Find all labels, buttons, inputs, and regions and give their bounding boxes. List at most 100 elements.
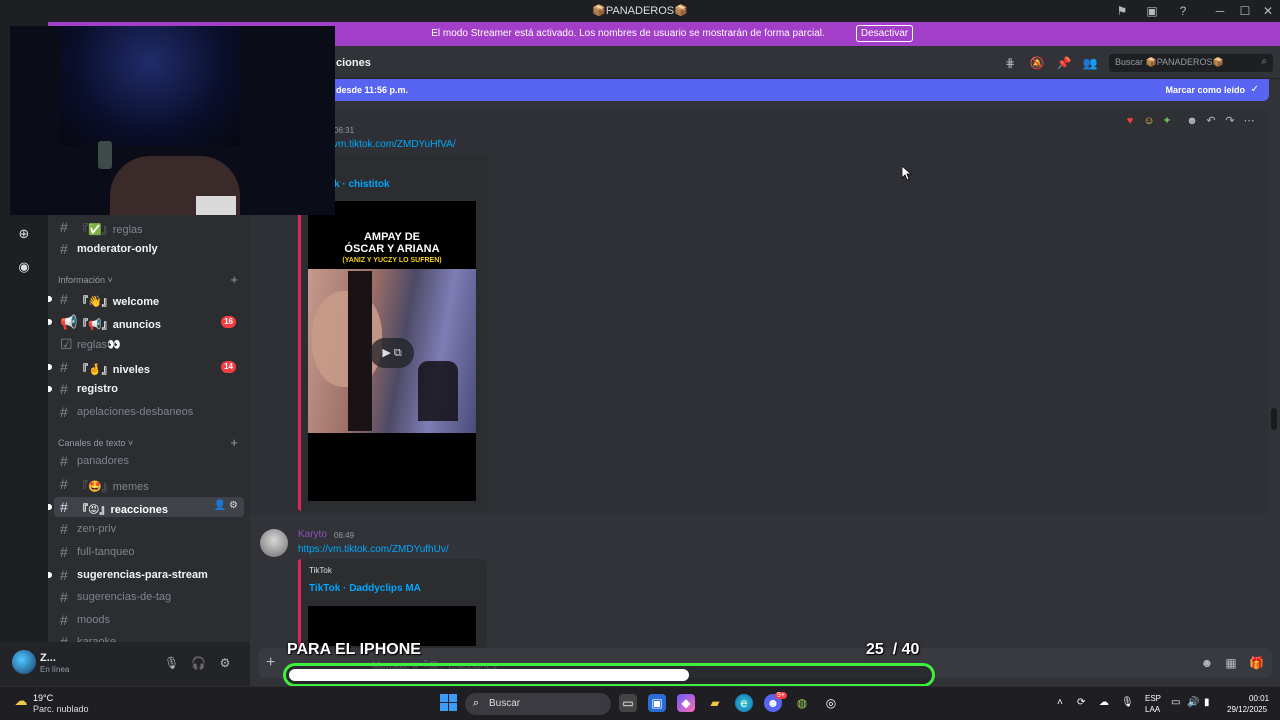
reply-icon[interactable]: ↶ [1204, 114, 1218, 128]
video-background-people [418, 361, 458, 421]
video-thumbnail[interactable]: AMPAY DE ÓSCAR Y ARIANA (YANIZ Y YUCZY L… [308, 201, 476, 501]
battery-icon[interactable]: ▮ [1204, 697, 1210, 708]
headphones-icon[interactable]: 🎧 [191, 656, 206, 670]
attach-icon[interactable]: + [266, 654, 275, 672]
minimize-button[interactable]: ─ [1210, 2, 1230, 20]
hash-icon: # [60, 521, 68, 537]
gear-icon[interactable]: ⚙ [218, 656, 232, 670]
channel-item[interactable]: # 『👋』welcome [48, 289, 244, 309]
add-channel-icon[interactable]: + [230, 272, 238, 287]
pin-icon[interactable]: 📌 [1056, 55, 1072, 71]
cloud-icon[interactable]: ☁ [1099, 697, 1109, 708]
clock-time[interactable]: 00:01 [1249, 694, 1269, 703]
channel-item[interactable]: # sugerencias-de-tag [54, 587, 244, 607]
inbox-icon[interactable]: ▣ [1144, 3, 1160, 19]
emoji-reaction-icon[interactable]: ✦ [1160, 114, 1174, 128]
copilot-icon[interactable]: ◆ [677, 694, 695, 712]
message-link[interactable]: https://vm.tiktok.com/ZMDYufhUv/ [298, 544, 449, 555]
display-icon[interactable]: ▭ [1171, 697, 1180, 708]
laugh-reaction-icon[interactable]: ☺ [1142, 114, 1156, 128]
taskbar [0, 686, 1280, 720]
channel-item[interactable]: # zen-priv [54, 519, 244, 539]
channel-title: ciones [336, 57, 371, 69]
heart-reaction-icon[interactable]: ♥ [1123, 114, 1137, 128]
video-thumbnail[interactable] [308, 606, 476, 646]
category-canales-de-texto[interactable]: Canales de texto ˅ + [58, 435, 244, 452]
channel-name: sugerencias-para-stream [77, 569, 208, 581]
channel-item[interactable]: # 『🤞』niveles 14 [48, 357, 244, 377]
invite-icon[interactable]: 👤 [214, 500, 226, 511]
language-code[interactable]: ESP [1145, 694, 1161, 703]
channel-item[interactable]: # panadores [54, 451, 244, 471]
webcam-shirt [196, 196, 236, 215]
hash-icon: # [60, 567, 68, 583]
gear-icon[interactable]: ⚙ [229, 500, 238, 511]
message-timestamp: 06:31 [334, 126, 355, 135]
file-explorer-icon[interactable]: ▰ [706, 694, 724, 712]
play-icon[interactable]: ▶ ⧉ [370, 338, 414, 368]
scrollbar-thumb[interactable] [1271, 408, 1277, 430]
channel-item[interactable]: # full-tanqueo [54, 542, 244, 562]
channel-item[interactable]: # karaoke [54, 632, 244, 642]
windows-start-icon[interactable] [440, 694, 457, 711]
channel-item[interactable]: ☑ reglas👀 [54, 334, 244, 354]
search-input[interactable]: Buscar 📦PANADEROS📦 ⌕ [1109, 54, 1273, 72]
maximize-button[interactable]: ☐ [1235, 2, 1255, 20]
edge-icon[interactable]: e [735, 694, 753, 712]
gift-icon[interactable]: 🎁 [1249, 656, 1264, 670]
avatar[interactable] [12, 650, 36, 674]
embed-title[interactable]: TikTok · Daddyclips MA [309, 583, 421, 594]
keyboard-layout[interactable]: LAA [1145, 705, 1160, 714]
obs-icon[interactable]: ◎ [822, 694, 840, 712]
channel-item[interactable]: # 『🤩』memes [54, 474, 244, 494]
forward-icon[interactable]: ↷ [1223, 114, 1237, 128]
embed-accent-bar [298, 559, 301, 649]
channel-item[interactable]: # 『✅』reglas [54, 217, 244, 237]
apps-icon[interactable]: ▦ [1224, 656, 1238, 670]
sticker-icon[interactable]: ☻ [1200, 656, 1214, 670]
category-informacion[interactable]: Información ˅ + [58, 272, 244, 289]
message-link[interactable]: vm.tiktok.com/ZMDYuHfVA/ [333, 139, 456, 150]
sync-icon[interactable]: ⟳ [1077, 697, 1085, 708]
message-author[interactable]: Karyto [298, 529, 327, 540]
clock-date[interactable]: 29/12/2025 [1227, 705, 1267, 714]
search-placeholder: Buscar 📦PANADEROS📦 [1115, 57, 1224, 67]
taskbar-search[interactable]: ⌕ Buscar [465, 693, 611, 715]
channel-name: 『🤩』memes [77, 481, 149, 493]
add-channel-icon[interactable]: + [230, 435, 238, 450]
task-view-icon[interactable]: ▭ [619, 694, 637, 712]
channel-item[interactable]: # moderator-only [54, 239, 244, 259]
chevron-up-icon[interactable]: ˄ [1057, 697, 1063, 708]
threads-icon[interactable]: ⋕ [1002, 55, 1018, 71]
channel-item[interactable]: # apelaciones-desbaneos [54, 402, 244, 422]
help-icon[interactable]: ? [1175, 3, 1191, 19]
close-window-button[interactable]: ✕ [1258, 2, 1278, 20]
channel-item[interactable]: 📢 『📢』anuncios 16 [48, 312, 244, 332]
goal-total: / 40 [892, 641, 920, 658]
more-icon[interactable]: ⋯ [1242, 114, 1256, 128]
goal-label: PARA EL IPHONE [287, 641, 421, 658]
mark-as-read-button[interactable]: Marcar como leído [1165, 85, 1245, 95]
new-messages-bar[interactable]: desde 11:56 p.m. Marcar como leído ✓ [330, 79, 1269, 101]
channel-item[interactable]: # moods [54, 610, 244, 630]
app-icon[interactable]: ◍ [793, 694, 811, 712]
channel-name: zen-priv [77, 523, 117, 535]
flag-icon[interactable]: ⚑ [1114, 3, 1130, 19]
notifications-muted-icon[interactable]: 🔕 [1029, 55, 1045, 71]
volume-icon[interactable]: 🔊 [1187, 697, 1199, 708]
embed-title[interactable]: k · chistitok [334, 179, 390, 190]
store-icon[interactable]: ▣ [648, 694, 666, 712]
members-icon[interactable]: 👥 [1082, 55, 1098, 71]
weather-icon[interactable]: ☁ [12, 692, 30, 710]
microphone-icon[interactable]: 🎙 [164, 656, 179, 670]
channel-item[interactable]: # sugerencias-para-stream [48, 565, 244, 585]
channel-item[interactable]: # registro [48, 379, 244, 399]
add-server-icon[interactable]: ⊕ [14, 224, 34, 244]
explore-icon[interactable]: ◉ [14, 257, 34, 277]
channel-item-active[interactable]: # 『😡』reacciones 👤 ⚙ [48, 497, 244, 517]
deactivate-streamer-button[interactable]: Desactivar [856, 25, 913, 42]
avatar[interactable] [260, 529, 288, 557]
microphone-icon[interactable]: 🎙 [1121, 697, 1134, 708]
add-reaction-icon[interactable]: ☻ [1185, 114, 1199, 128]
hash-icon: # [60, 241, 68, 257]
